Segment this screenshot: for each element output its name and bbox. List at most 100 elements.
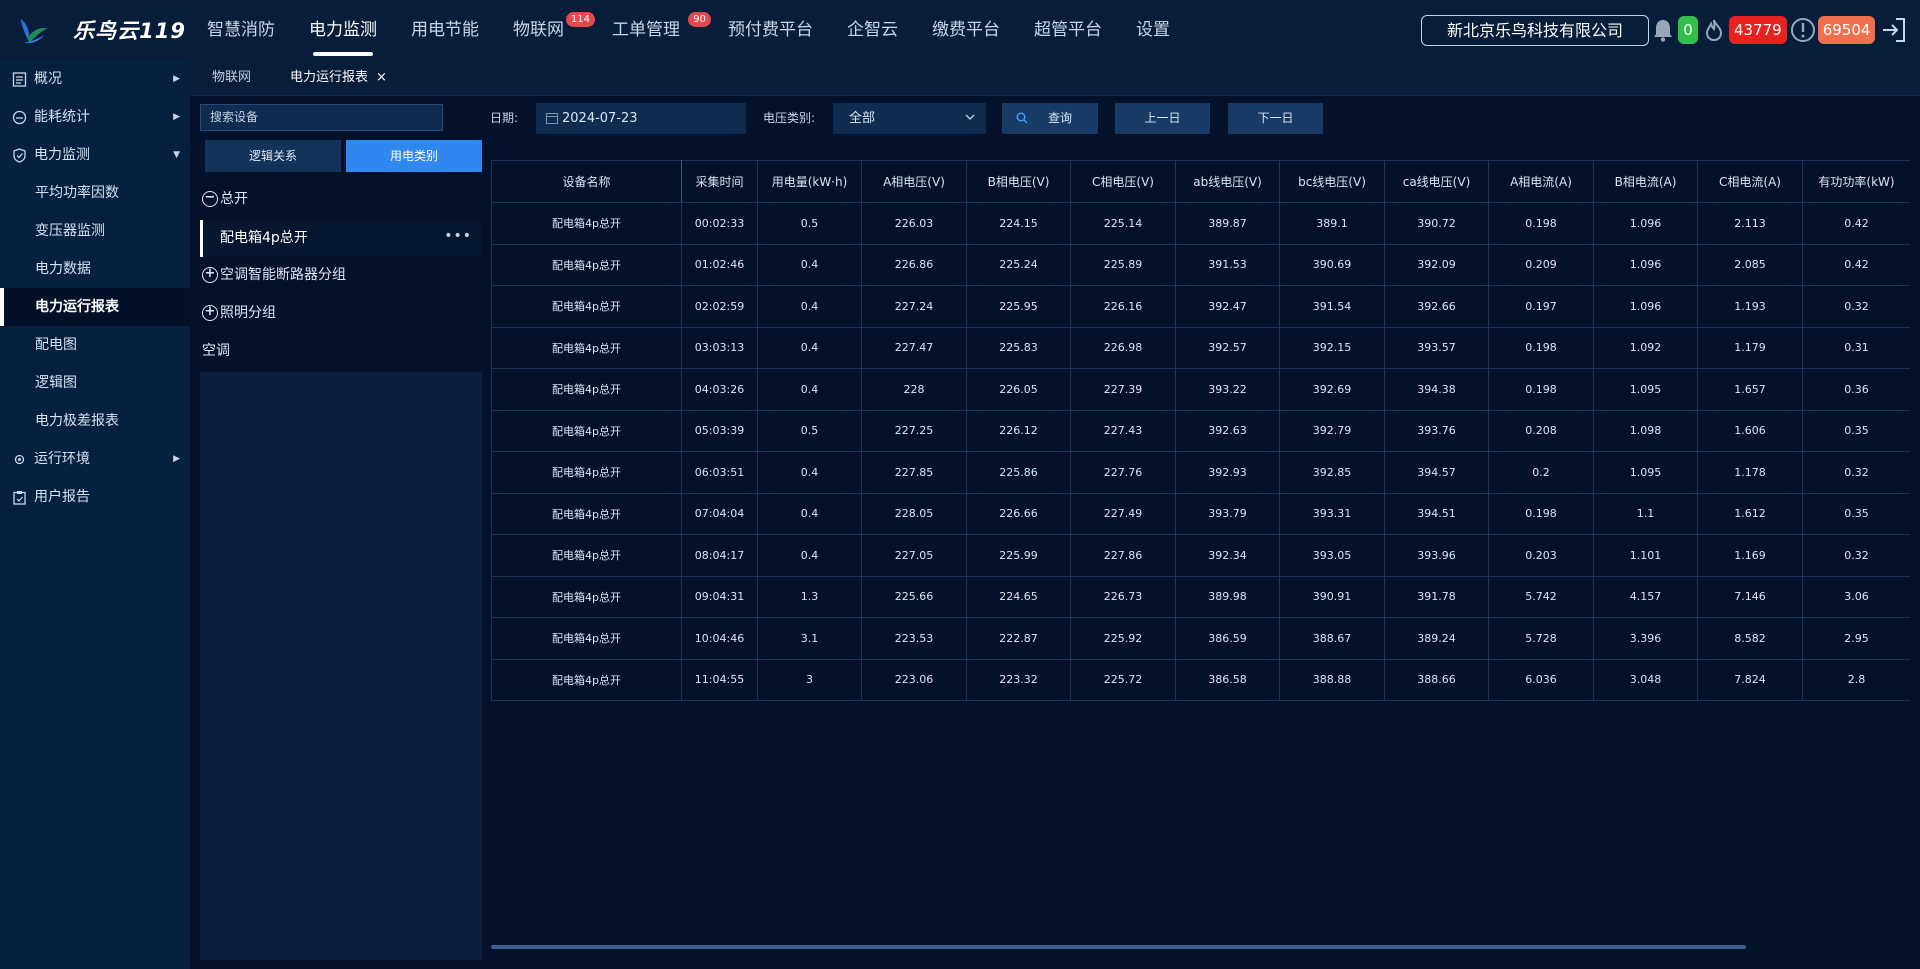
tab-power-report[interactable]: 电力运行报表 × (290, 60, 387, 96)
fire-alarm-count-badge[interactable]: 43779 (1729, 16, 1787, 44)
sidebar-subitem-avg-power-factor[interactable]: 平均功率因数 (0, 174, 190, 212)
sidebar-item-energy-stats[interactable]: 能耗统计 ▶ (0, 98, 190, 136)
tab-iot[interactable]: 物联网 (212, 60, 251, 96)
collapse-icon[interactable]: − (202, 191, 218, 207)
sidebar-subitem-transformer[interactable]: 变压器监测 (0, 212, 190, 250)
table-row: 配电箱4p总开 06:03:51 0.4 227.85 225.86 227.76 392.… (491, 451, 1910, 494)
nav-enterprise-cloud[interactable]: 企智云 (830, 0, 915, 60)
table-cell: 2.95 (1802, 617, 1910, 660)
bell-icon[interactable] (1650, 16, 1676, 44)
table-cell: 226.66 (966, 492, 1071, 535)
nav-settings[interactable]: 设置 (1119, 0, 1187, 60)
column-header: 有功功率(kW) (1802, 160, 1910, 203)
tab-bar: 物联网 电力运行报表 × (190, 60, 1920, 96)
table-cell: 393.05 (1279, 534, 1385, 577)
tree-node-label: 照明分组 (220, 305, 276, 321)
tree-node-selected[interactable]: 配电箱4p总开 ••• (200, 220, 482, 257)
table-cell: 04:03:26 (681, 368, 758, 411)
table-cell: 03:03:13 (681, 326, 758, 369)
logo[interactable]: 乐鸟云119 (16, 10, 186, 50)
nav-payment[interactable]: 缴费平台 (915, 0, 1017, 60)
sidebar-subitem-range-report[interactable]: 电力极差报表 (0, 402, 190, 440)
next-day-button[interactable]: 下一日 (1228, 103, 1323, 134)
horizontal-scrollbar[interactable] (491, 945, 1746, 949)
expand-icon[interactable]: + (202, 267, 218, 283)
query-button[interactable]: 查询 (1002, 103, 1098, 134)
expand-icon[interactable]: + (202, 305, 218, 321)
sidebar-subitem-distribution-diagram[interactable]: 配电图 (0, 326, 190, 364)
table-cell: 225.89 (1070, 243, 1176, 286)
tree-node-light-group[interactable]: + 照明分组 (202, 301, 276, 325)
company-selector[interactable]: 新北京乐鸟科技有限公司 (1421, 15, 1649, 46)
tree-node-total[interactable]: − 总开 (202, 187, 248, 211)
usage-category-tab[interactable]: 用电类别 (346, 140, 482, 172)
caret-down-icon: ▼ (173, 150, 180, 160)
table-cell: 3.06 (1802, 575, 1910, 618)
table-cell: 1.657 (1697, 368, 1803, 411)
sidebar-subitem-power-data[interactable]: 电力数据 (0, 250, 190, 288)
nav-label: 超管平台 (1034, 20, 1102, 40)
nav-super-admin[interactable]: 超管平台 (1017, 0, 1119, 60)
previous-day-button[interactable]: 上一日 (1115, 103, 1210, 134)
date-label: 日期: (490, 111, 519, 125)
table-cell: 392.93 (1175, 451, 1280, 494)
fire-icon[interactable] (1701, 16, 1727, 44)
fault-count-badge[interactable]: 69504 (1817, 16, 1876, 44)
device-search-input[interactable]: 搜索设备 (200, 104, 443, 131)
top-bar: 乐鸟云119 智慧消防 电力监测 用电节能 物联网 114 工单管理 90 预付费平… (0, 0, 1920, 60)
nav-power-monitor[interactable]: 电力监测 (292, 0, 394, 60)
table-cell: 225.99 (966, 534, 1071, 577)
table-cell: 0.36 (1802, 368, 1910, 411)
table-cell: 1.606 (1697, 409, 1803, 452)
more-icon[interactable]: ••• (444, 220, 472, 253)
table-cell: 226.98 (1070, 326, 1176, 369)
sidebar-item-label: 概况 (34, 71, 62, 87)
tree-panel-background (200, 372, 482, 960)
sidebar-item-overview[interactable]: 概况 ▶ (0, 60, 190, 98)
table-cell: 392.34 (1175, 534, 1280, 577)
nav-iot[interactable]: 物联网 114 (496, 0, 595, 60)
logic-relation-tab[interactable]: 逻辑关系 (205, 140, 341, 172)
table-row: 配电箱4p总开 08:04:17 0.4 227.05 225.99 227.86 392.… (491, 534, 1910, 577)
document-icon (12, 72, 27, 87)
table-cell: 0.42 (1802, 202, 1910, 245)
table-cell: 392.66 (1384, 285, 1489, 328)
table-cell: 01:02:46 (681, 243, 758, 286)
tree-node-ac[interactable]: 空调 (202, 339, 230, 363)
voltage-type-select[interactable]: 全部 (833, 103, 986, 134)
sidebar-subitem-power-report[interactable]: 电力运行报表 (0, 288, 190, 326)
sidebar-item-environment[interactable]: 运行环境 ▶ (0, 440, 190, 478)
table-cell: 224.65 (966, 575, 1071, 618)
table-cell: 配电箱4p总开 (491, 202, 682, 245)
table-cell: 227.24 (861, 285, 967, 328)
sidebar-subitem-logic-diagram[interactable]: 逻辑图 (0, 364, 190, 402)
table-cell: 389.1 (1279, 202, 1385, 245)
sidebar-item-power-monitor[interactable]: 电力监测 ▼ (0, 136, 190, 174)
column-header: 用电量(kW·h) (757, 160, 862, 203)
nav-smart-fire[interactable]: 智慧消防 (190, 0, 292, 60)
table-cell: 391.54 (1279, 285, 1385, 328)
date-picker[interactable]: 2024-07-23 (536, 103, 746, 134)
device-tree-panel: 搜索设备 逻辑关系 用电类别 − 总开 配电箱4p总开 ••• + 空调智能断路… (200, 100, 482, 960)
nav-energy-saving[interactable]: 用电节能 (394, 0, 496, 60)
logout-icon[interactable] (1880, 16, 1908, 44)
tree-node-ac-group[interactable]: + 空调智能断路器分组 (202, 263, 346, 287)
notification-count-badge[interactable]: 0 (1678, 16, 1698, 44)
warning-icon[interactable] (1790, 16, 1816, 44)
nav-work-orders[interactable]: 工单管理 90 (595, 0, 711, 60)
table-cell: 389.24 (1384, 617, 1489, 660)
column-header: B相电流(A) (1593, 160, 1698, 203)
table-cell: 227.49 (1070, 492, 1176, 535)
sidebar-item-user-report[interactable]: 用户报告 (0, 478, 190, 516)
table-cell: 0.198 (1488, 492, 1594, 535)
table-cell: 227.05 (861, 534, 967, 577)
column-header: 采集时间 (681, 160, 758, 203)
table-cell: 6.036 (1488, 658, 1594, 701)
table-cell: 225.24 (966, 243, 1071, 286)
table-cell: 227.39 (1070, 368, 1176, 411)
table-row: 配电箱4p总开 01:02:46 0.4 226.86 225.24 225.89 391.… (491, 243, 1910, 286)
table-row: 配电箱4p总开 07:04:04 0.4 228.05 226.66 227.49 393.… (491, 492, 1910, 535)
close-icon[interactable]: × (376, 70, 387, 85)
nav-prepaid[interactable]: 预付费平台 (711, 0, 830, 60)
sidebar-item-label: 运行环境 (34, 451, 90, 467)
